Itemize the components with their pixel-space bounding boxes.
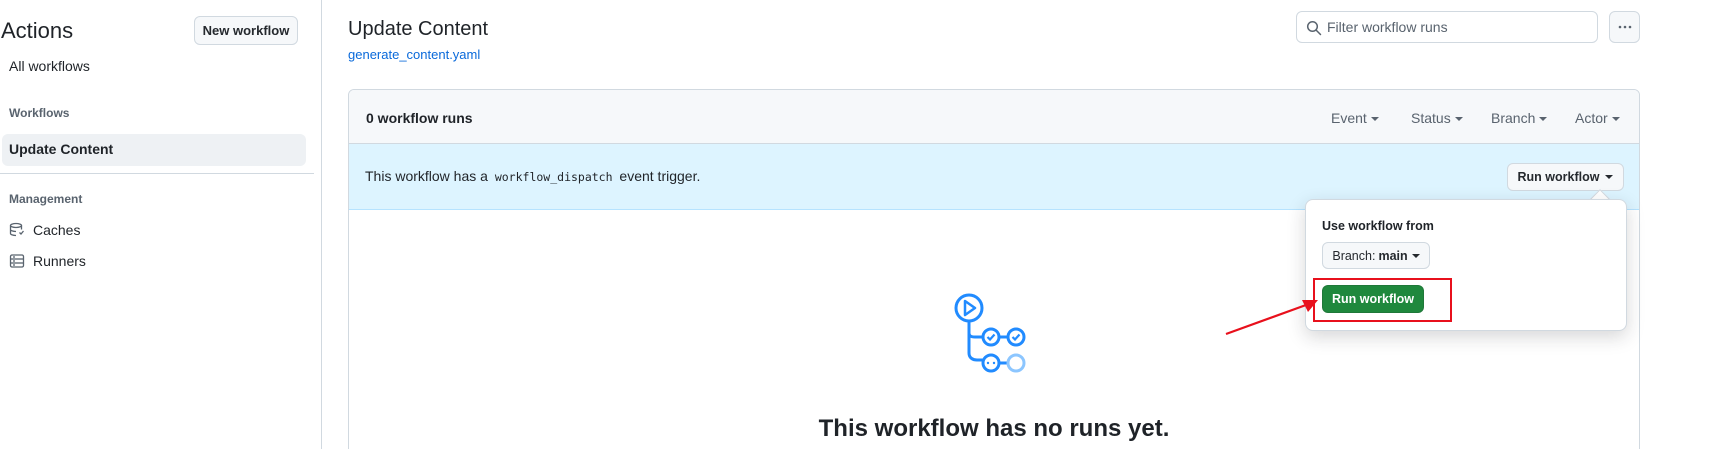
branch-filter-label: Branch: [1491, 110, 1536, 126]
chevron-down-icon: [1370, 117, 1379, 122]
workflow-graph-icon: [954, 293, 1026, 373]
chevron-down-icon: [1611, 117, 1620, 122]
sidebar-item-caches[interactable]: Caches: [33, 222, 80, 238]
use-workflow-from-label: Use workflow from: [1322, 219, 1434, 233]
branch-filter-menu[interactable]: Branch: [1491, 110, 1548, 126]
branch-select-button[interactable]: Branch: main: [1322, 242, 1430, 269]
more-options-button[interactable]: [1609, 11, 1640, 43]
status-filter-label: Status: [1411, 110, 1451, 126]
new-workflow-button[interactable]: New workflow: [194, 16, 298, 45]
annotation-arrow-icon: [1225, 300, 1318, 336]
management-heading: Management: [9, 192, 83, 206]
runs-header: 0 workflow runs Event Status Branch Acto…: [349, 90, 1639, 144]
run-workflow-menu-label: Run workflow: [1517, 170, 1600, 184]
kebab-horizontal-icon: [1618, 25, 1631, 29]
database-icon: [9, 222, 24, 237]
workflow-file-link[interactable]: generate_content.yaml: [348, 47, 480, 62]
dispatch-code: workflow_dispatch: [494, 170, 613, 184]
branch-value: main: [1378, 248, 1408, 263]
run-workflow-menu-button[interactable]: Run workflow: [1507, 163, 1624, 191]
empty-state-message: This workflow has no runs yet.: [818, 415, 1170, 442]
chevron-down-icon: [1539, 117, 1548, 122]
filter-runs-field[interactable]: [1296, 11, 1598, 43]
chevron-down-icon: [1454, 117, 1463, 122]
actor-filter-label: Actor: [1575, 110, 1608, 126]
runs-count: 0 workflow runs: [366, 110, 473, 126]
page-title: Update Content: [348, 18, 489, 40]
workflows-heading: Workflows: [9, 106, 70, 120]
dispatch-text-after: event trigger.: [619, 168, 701, 184]
event-filter-label: Event: [1331, 110, 1367, 126]
actor-filter-menu[interactable]: Actor: [1575, 110, 1620, 126]
status-filter-menu[interactable]: Status: [1411, 110, 1463, 126]
event-filter-menu[interactable]: Event: [1331, 110, 1379, 126]
sidebar-item-runners[interactable]: Runners: [33, 253, 86, 269]
sidebar: Actions New workflow All workflows Workf…: [0, 0, 322, 449]
sidebar-divider: [0, 173, 314, 174]
chevron-down-icon: [1411, 253, 1420, 258]
sidebar-item-update-content-label: Update Content: [9, 141, 114, 157]
dispatch-text: This workflow has a workflow_dispatch ev…: [365, 168, 700, 184]
branch-prefix: Branch:: [1332, 248, 1376, 263]
sidebar-title: Actions: [1, 18, 74, 43]
filter-runs-input[interactable]: [1327, 12, 1591, 42]
search-icon: [1306, 20, 1322, 36]
server-icon: [9, 254, 25, 268]
annotation-highlight-box: [1313, 278, 1452, 322]
sidebar-item-all-workflows[interactable]: All workflows: [9, 58, 90, 74]
dispatch-text-before: This workflow has a: [365, 168, 488, 184]
chevron-down-icon: [1605, 175, 1614, 179]
